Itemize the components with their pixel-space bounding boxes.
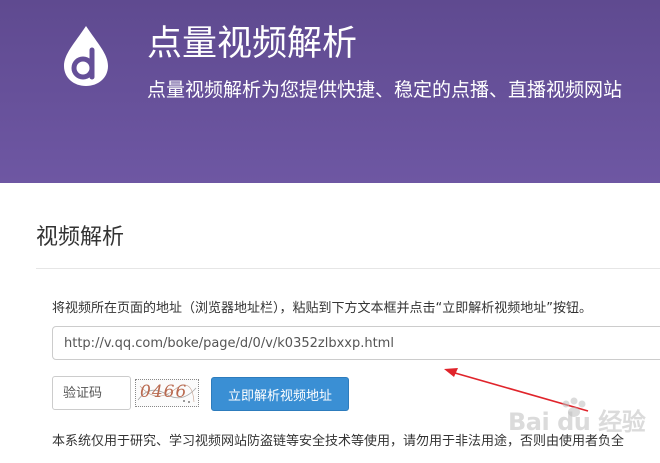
parse-video-button[interactable]: 立即解析视频地址 bbox=[211, 377, 349, 411]
watermark-text: Bai du 经验 bbox=[508, 408, 646, 436]
site-subtitle: 点量视频解析为您提供快捷、稳定的点播、直播视频网站 bbox=[147, 79, 623, 101]
logo-svg bbox=[64, 26, 108, 86]
droplet-d-logo-icon[interactable] bbox=[54, 24, 118, 88]
title-divider bbox=[36, 268, 660, 269]
captcha-code: 0466 bbox=[140, 382, 188, 402]
watermark: Bai du 经验 bbox=[508, 396, 646, 438]
panel-title: 视频解析 bbox=[36, 225, 125, 250]
site-header: 点量视频解析 点量视频解析为您提供快捷、稳定的点播、直播视频网站 bbox=[0, 0, 660, 183]
captcha-input[interactable] bbox=[52, 376, 131, 410]
site-title: 点量视频解析 bbox=[147, 24, 358, 64]
captcha-image[interactable]: 0466 bbox=[135, 379, 199, 407]
instruction-text: 将视频所在页面的地址（浏览器地址栏），粘贴到下方文本框并点击“立即解析视频地址”… bbox=[52, 301, 592, 316]
